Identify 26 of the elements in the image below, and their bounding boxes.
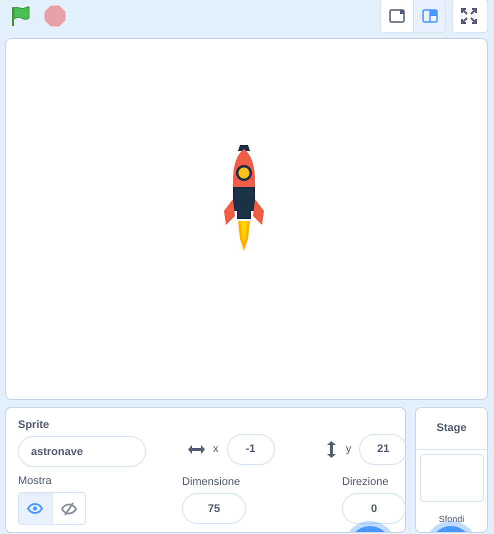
x-field[interactable]: -1 — [226, 434, 274, 464]
sprite-label: Sprite — [18, 419, 50, 432]
y-field[interactable]: 21 — [359, 434, 405, 464]
stage-title: Stage — [416, 408, 487, 450]
stage-thumbnail[interactable] — [420, 454, 484, 502]
direction-label: Direzione — [342, 476, 390, 489]
large-stage-icon — [389, 9, 405, 23]
fullscreen-button[interactable] — [453, 0, 485, 32]
size-label: Dimensione — [182, 476, 242, 489]
vertical-arrow-icon — [327, 440, 336, 458]
fullscreen-icon — [461, 8, 477, 24]
horizontal-arrow-icon — [188, 444, 205, 454]
size-field[interactable]: 75 — [182, 493, 246, 524]
crossed-eye-icon — [60, 502, 77, 516]
backdrops-label: Sfondi — [438, 514, 466, 524]
show-label: Mostra — [18, 475, 53, 488]
flag-icon[interactable] — [10, 5, 32, 27]
show-button[interactable] — [19, 493, 52, 524]
x-label: x — [213, 443, 218, 455]
stop-icon[interactable] — [44, 5, 66, 27]
small-stage-icon — [422, 9, 438, 23]
sprite-name-field[interactable]: astronave — [18, 436, 146, 467]
eye-icon — [27, 503, 44, 514]
y-label: y — [346, 443, 352, 455]
direction-field[interactable]: 0 — [342, 493, 405, 524]
hide-button[interactable] — [52, 493, 85, 524]
